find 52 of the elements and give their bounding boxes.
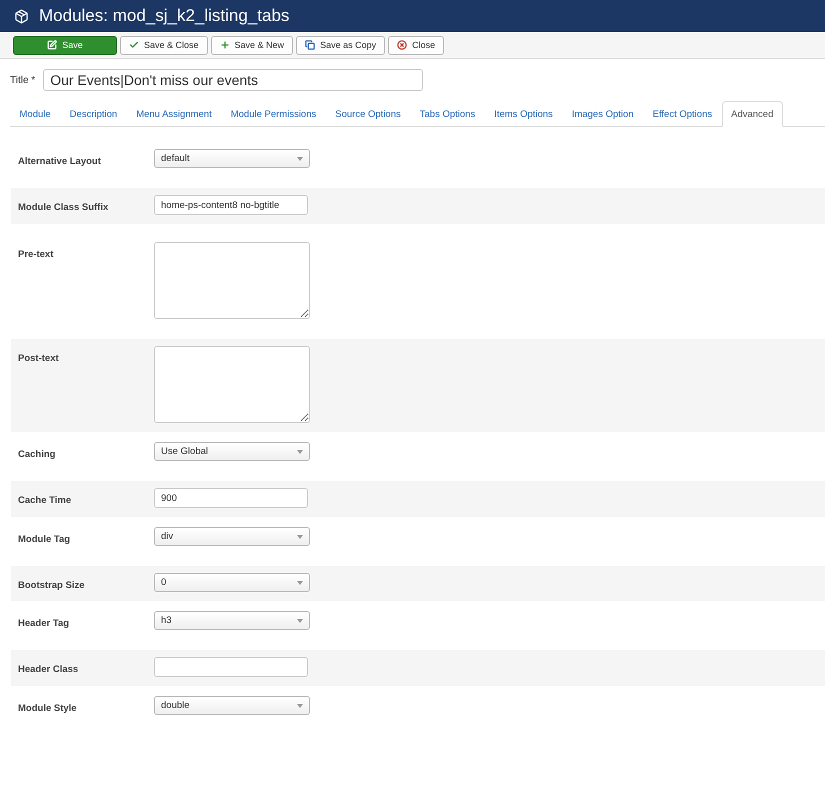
edit-icon (47, 40, 58, 50)
title-label: Title * (10, 74, 36, 86)
text-area[interactable] (154, 242, 310, 319)
tab[interactable]: Effect Options (643, 101, 722, 127)
tab[interactable]: Advanced (722, 101, 783, 127)
title-field[interactable]: Our Events|Don't miss our events (43, 69, 424, 91)
field-label: Module Style (17, 702, 78, 714)
field-label: Post-text (17, 352, 60, 364)
dropdown[interactable]: 0 (154, 573, 310, 592)
tab[interactable]: Module (10, 101, 60, 127)
caret-icon (297, 618, 303, 622)
field-label: Pre-text (17, 248, 54, 260)
toolbar-button[interactable]: Save as Copy (296, 36, 386, 54)
caret-icon (297, 450, 303, 454)
input-field[interactable]: home-ps-content8 no-bgtitle (154, 195, 308, 215)
tab[interactable]: Images Option (562, 101, 644, 127)
dropdown[interactable]: default (154, 149, 310, 168)
tab[interactable]: Tabs Options (410, 101, 485, 127)
field-label: Alternative Layout (17, 155, 102, 167)
input-field[interactable]: 900 (154, 488, 308, 508)
caret-icon (297, 704, 303, 708)
dropdown[interactable]: div (154, 527, 310, 546)
toolbar-button[interactable]: Save & New (210, 36, 294, 54)
caret-icon (297, 534, 303, 538)
caret-icon (297, 580, 303, 584)
field-label: Cache Time (17, 494, 72, 506)
field-label: Module Class Suffix (17, 201, 110, 213)
dropdown[interactable]: Use Global (154, 442, 310, 461)
toolbar-button[interactable]: Close (388, 36, 444, 54)
close-icon (397, 40, 408, 50)
field-label: Caching (17, 448, 56, 460)
check-icon (129, 40, 139, 50)
cube-icon (14, 8, 29, 24)
toolbar-button[interactable]: Save (13, 36, 117, 54)
field-label: Header Tag (17, 617, 70, 629)
field-label: Bootstrap Size (17, 579, 86, 591)
caret-icon (297, 156, 303, 160)
plus-icon (220, 40, 230, 50)
tab[interactable]: Menu Assignment (126, 101, 222, 127)
input-field[interactable] (154, 657, 308, 677)
field-label: Module Tag (17, 533, 72, 545)
copy-icon (305, 40, 316, 50)
tab[interactable]: Items Options (484, 101, 562, 127)
page-title: Modules: mod_sj_k2_listing_tabs (39, 6, 290, 26)
tab[interactable]: Description (60, 101, 127, 127)
dropdown[interactable]: double (154, 696, 310, 715)
text-area[interactable] (154, 346, 310, 423)
field-label: Header Class (17, 663, 80, 675)
dropdown[interactable]: h3 (154, 611, 310, 630)
toolbar-button[interactable]: Save & Close (120, 36, 208, 54)
tab[interactable]: Source Options (326, 101, 410, 127)
tab[interactable]: Module Permissions (221, 101, 326, 127)
